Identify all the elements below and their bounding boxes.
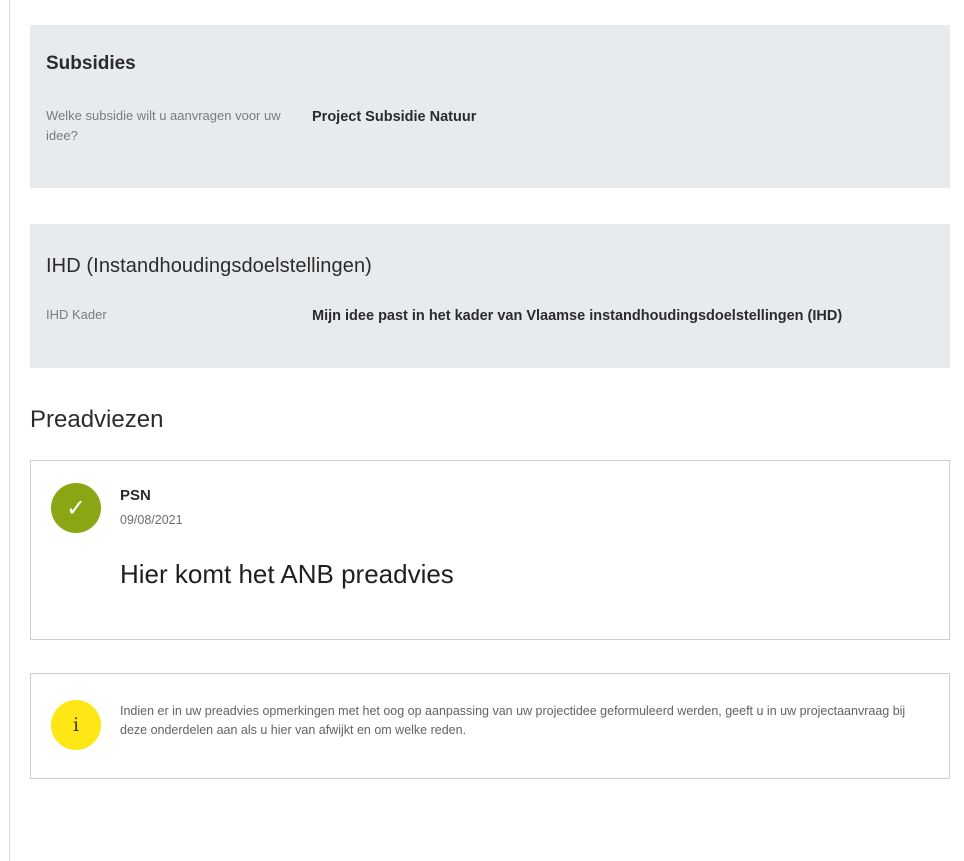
ihd-kader-label: IHD Kader (46, 307, 107, 322)
info-icon: i (51, 700, 101, 750)
info-notice: i Indien er in uw preadvies opmerkingen … (30, 673, 950, 779)
subsidies-title: Subsidies (46, 53, 136, 74)
preadvies-card: ✓ PSN 09/08/2021 Hier komt het ANB pread… (30, 460, 950, 640)
subsidies-panel: Subsidies Welke subsidie wilt u aanvrage… (30, 25, 950, 188)
check-icon: ✓ (51, 483, 101, 533)
subsidy-answer-value: Project Subsidie Natuur (312, 109, 477, 125)
left-divider (9, 0, 10, 861)
subsidy-question-label: Welke subsidie wilt u aanvragen voor uw … (46, 108, 281, 143)
preadviezen-title: Preadviezen (30, 406, 164, 433)
info-notice-text: Indien er in uw preadvies opmerkingen me… (120, 704, 906, 737)
page: Subsidies Welke subsidie wilt u aanvrage… (0, 0, 964, 861)
preadvies-author: PSN (120, 487, 151, 504)
preadvies-date: 09/08/2021 (120, 513, 183, 527)
ihd-panel: IHD (Instandhoudingsdoelstellingen) IHD … (30, 224, 950, 368)
ihd-kader-value: Mijn idee past in het kader van Vlaamse … (312, 308, 843, 324)
preadvies-text: Hier komt het ANB preadvies (120, 559, 454, 589)
ihd-title: IHD (Instandhoudingsdoelstellingen) (46, 255, 372, 277)
